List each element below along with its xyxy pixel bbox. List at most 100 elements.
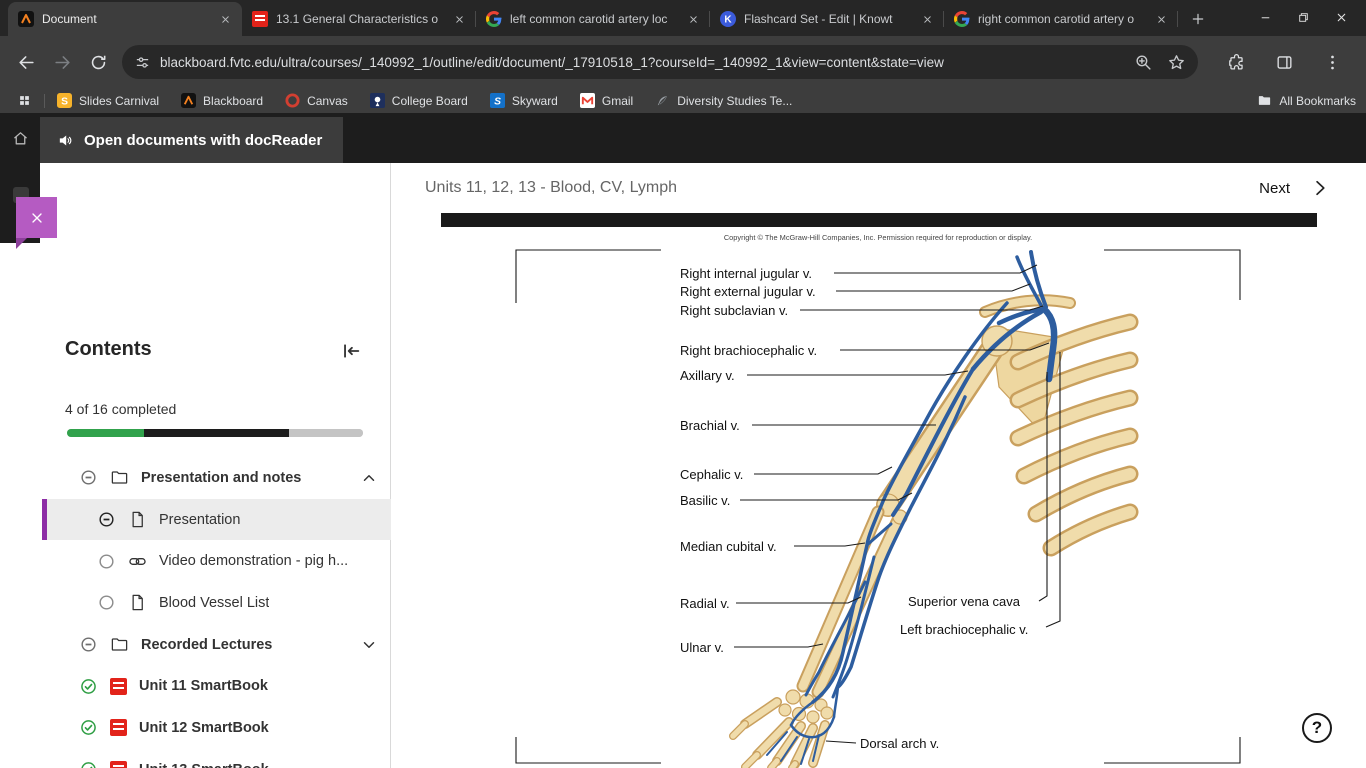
anatomy-label: Radial v. — [680, 596, 730, 611]
tab-close-icon[interactable] — [217, 11, 234, 28]
contents-item-presentation[interactable]: Presentation — [0, 498, 391, 541]
bookmark-label: Skyward — [511, 93, 558, 108]
tab-title: right common carotid artery o — [978, 12, 1135, 26]
contents-item-recorded-lectures[interactable]: Recorded Lectures — [0, 624, 391, 666]
anatomy-label: Right internal jugular v. — [680, 266, 812, 281]
bookmark-college-board[interactable]: College Board — [370, 93, 468, 108]
new-tab-button[interactable] — [1184, 5, 1212, 33]
docreader-bar: Open documents with docReader — [0, 113, 1366, 163]
contents-item-unit13-smartbook[interactable]: Unit 13 SmartBook — [0, 749, 391, 768]
knowt-favicon — [720, 11, 736, 27]
bookmark-slides-carnival[interactable]: Slides Carnival — [57, 93, 159, 108]
google-favicon — [954, 11, 970, 27]
contents-item-presentation-and-notes[interactable]: Presentation and notes — [0, 457, 391, 499]
minimize-button[interactable] — [1250, 3, 1280, 31]
folder-icon — [1257, 93, 1272, 108]
open-docreader-button[interactable]: Open documents with docReader — [40, 117, 343, 163]
chevron-up-icon[interactable] — [360, 469, 378, 487]
mcgrawhill-icon — [110, 719, 127, 737]
tab-left-carotid-search[interactable]: left common carotid artery loc — [476, 2, 710, 36]
blackboard-favicon — [18, 11, 34, 27]
anatomy-label: Dorsal arch v. — [860, 736, 939, 751]
reload-button[interactable] — [82, 46, 114, 78]
item-label: Unit 11 SmartBook — [139, 678, 268, 695]
bookmark-gmail[interactable]: Gmail — [580, 93, 633, 108]
tab-close-icon[interactable] — [919, 11, 936, 28]
address-bar[interactable]: blackboard.fvtc.edu/ultra/courses/_14099… — [122, 45, 1198, 79]
folder-icon — [110, 468, 129, 487]
anatomy-label: Axillary v. — [680, 368, 735, 383]
url-text[interactable]: blackboard.fvtc.edu/ultra/courses/_14099… — [160, 55, 1120, 70]
tab-close-icon[interactable] — [1153, 11, 1170, 28]
bookmark-star-icon[interactable] — [1167, 53, 1186, 72]
tab-knowt-flashcards[interactable]: Flashcard Set - Edit | Knowt — [710, 2, 944, 36]
anatomy-label: Basilic v. — [680, 493, 730, 508]
bookmark-blackboard[interactable]: Blackboard — [181, 93, 263, 108]
extensions-icon[interactable] — [1220, 46, 1252, 78]
panel-close-button[interactable] — [16, 197, 57, 238]
bookmark-label: Blackboard — [203, 93, 264, 108]
bookmark-skyward[interactable]: Skyward — [490, 93, 558, 108]
forward-button[interactable] — [46, 46, 78, 78]
bookmark-label: College Board — [391, 93, 468, 108]
progress-partial-icon — [79, 468, 98, 487]
tab-close-icon[interactable] — [451, 11, 468, 28]
tab-close-icon[interactable] — [685, 11, 702, 28]
contents-item-blood-vessel-list[interactable]: Blood Vessel List — [0, 582, 391, 624]
home-icon[interactable] — [0, 113, 40, 163]
tab-bar: Document 13.1 General Characteristics o … — [0, 0, 1366, 36]
tab-document[interactable]: Document — [8, 2, 242, 36]
close-window-button[interactable] — [1326, 3, 1356, 31]
browser-menu-icon[interactable] — [1316, 46, 1348, 78]
bookmark-canvas[interactable]: Canvas — [285, 93, 348, 108]
chevron-right-icon — [1310, 178, 1330, 198]
navigation-bar: blackboard.fvtc.edu/ultra/courses/_14099… — [0, 36, 1366, 88]
feather-favicon — [655, 93, 670, 108]
item-label: Presentation and notes — [141, 469, 302, 486]
bookmark-label: Canvas — [307, 93, 348, 108]
blackboard-favicon — [181, 93, 196, 108]
college-board-favicon — [370, 93, 385, 108]
browser-window: Document 13.1 General Characteristics o … — [0, 0, 1366, 768]
document-viewer-toolbar[interactable] — [441, 213, 1317, 227]
progress-segment-remaining — [288, 429, 363, 437]
chevron-down-icon[interactable] — [360, 636, 378, 654]
back-button[interactable] — [10, 46, 42, 78]
side-panel-icon[interactable] — [1268, 46, 1300, 78]
docreader-label: Open documents with docReader — [84, 131, 323, 149]
page-title: Units 11, 12, 13 - Blood, CV, Lymph — [425, 179, 677, 196]
item-label: Blood Vessel List — [159, 594, 270, 611]
gmail-favicon — [580, 93, 595, 108]
bookmark-diversity-studies[interactable]: Diversity Studies Te... — [655, 93, 792, 108]
slide-copyright: Copyright © The McGraw-Hill Companies, I… — [724, 233, 1032, 242]
anatomy-label: Brachial v. — [680, 418, 740, 433]
site-settings-icon[interactable] — [134, 54, 151, 71]
item-label: Presentation — [159, 511, 241, 528]
anatomy-label: Median cubital v. — [680, 539, 777, 554]
restore-button[interactable] — [1288, 3, 1318, 31]
tab-mcgraw-characteristics[interactable]: 13.1 General Characteristics o — [242, 2, 476, 36]
bookmark-label: Diversity Studies Te... — [677, 93, 793, 108]
tab-title: 13.1 General Characteristics o — [276, 12, 439, 26]
all-bookmarks-button[interactable]: All Bookmarks — [1257, 93, 1356, 108]
anatomy-label: Right subclavian v. — [680, 303, 788, 318]
bookmarks-bar: Slides Carnival Blackboard Canvas Colleg… — [0, 88, 1366, 113]
contents-item-video-demonstration[interactable]: Video demonstration - pig h... — [0, 540, 391, 582]
zoom-icon[interactable] — [1134, 53, 1153, 72]
contents-panel: Contents 4 of 16 completed Presentation … — [0, 163, 391, 768]
contents-item-unit12-smartbook[interactable]: Unit 12 SmartBook — [0, 707, 391, 749]
progress-empty-icon — [97, 593, 116, 612]
document-header: Units 11, 12, 13 - Blood, CV, Lymph Next — [392, 163, 1366, 213]
next-page-button[interactable]: Next — [1259, 178, 1330, 198]
progress-segment-completed — [67, 429, 144, 437]
all-bookmarks-label: All Bookmarks — [1279, 93, 1356, 108]
skyward-favicon — [490, 93, 505, 108]
contents-item-unit11-smartbook[interactable]: Unit 11 SmartBook — [0, 665, 391, 707]
tab-right-carotid-search[interactable]: right common carotid artery o — [944, 2, 1178, 36]
slide-upper-limb-veins: Copyright © The McGraw-Hill Companies, I… — [515, 233, 1241, 768]
mcgrawhill-icon — [110, 761, 127, 768]
anatomy-label: Left brachiocephalic v. — [900, 622, 1028, 637]
apps-grid-icon[interactable] — [12, 90, 36, 112]
help-button[interactable]: ? — [1302, 713, 1332, 743]
collapse-panel-icon[interactable] — [340, 340, 362, 362]
